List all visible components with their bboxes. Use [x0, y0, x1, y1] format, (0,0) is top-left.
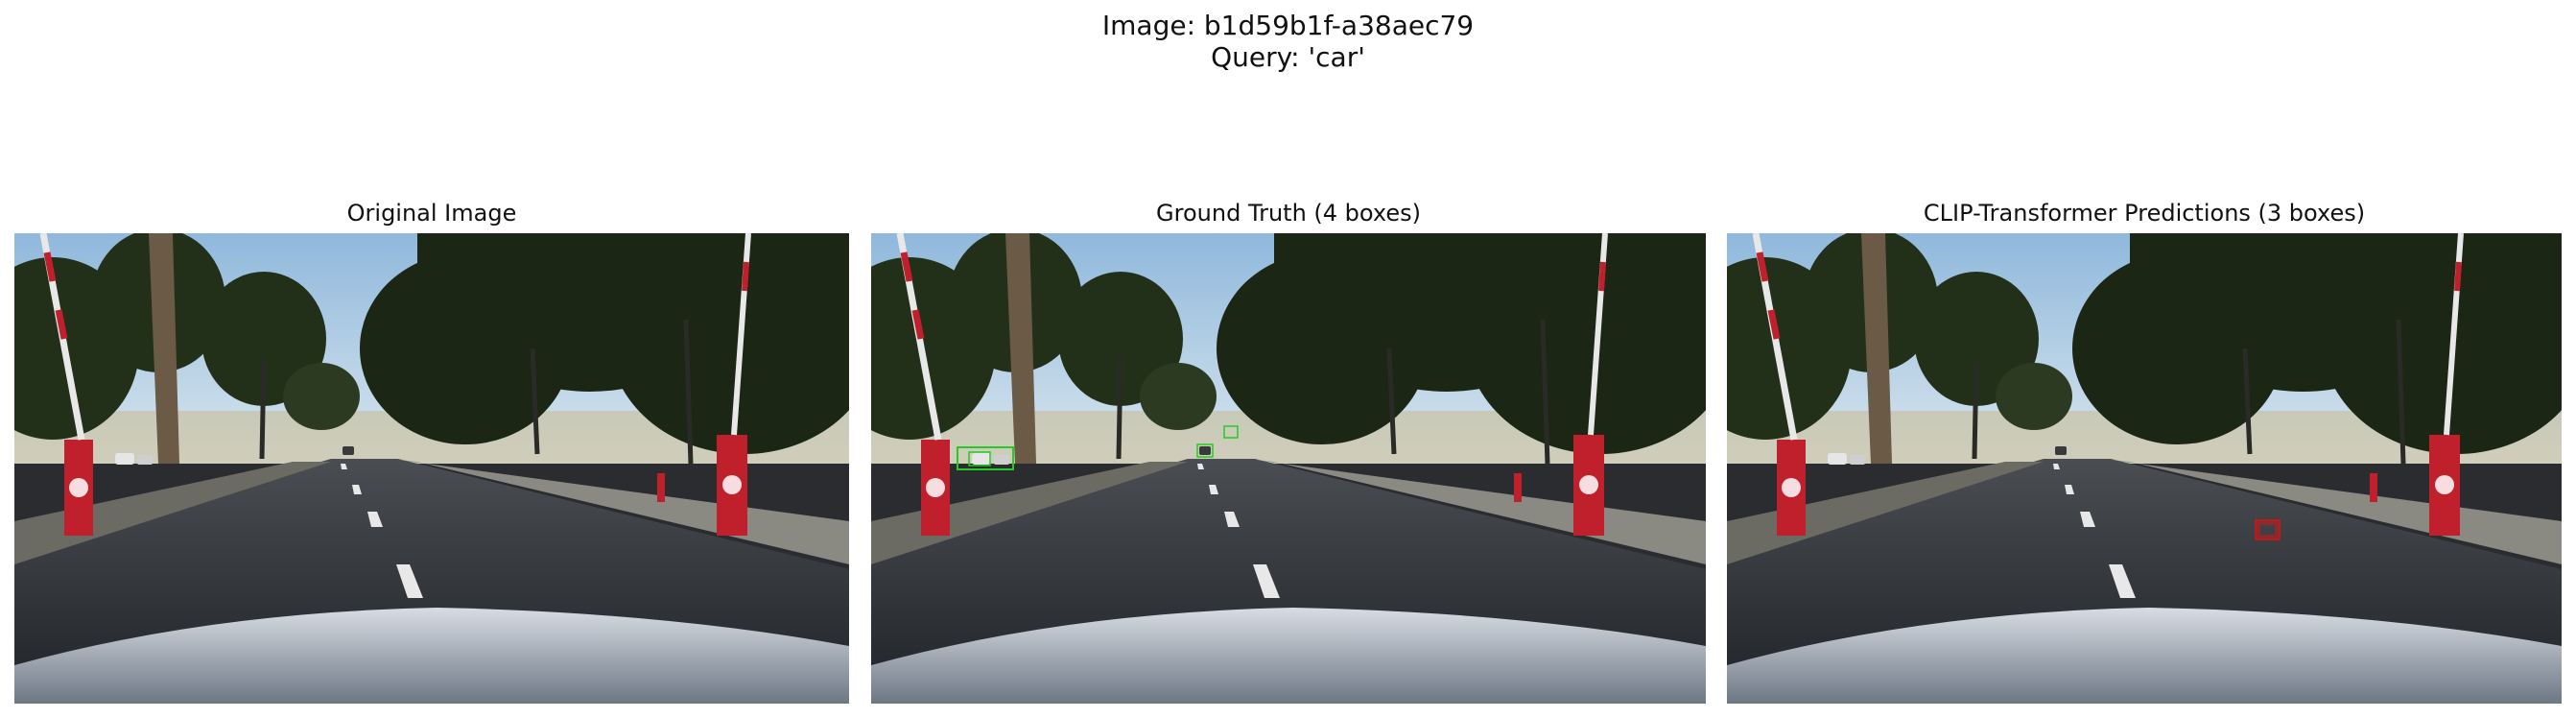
- query-title: Query: 'car': [1211, 41, 1365, 73]
- panel-title-predictions: CLIP-Transformer Predictions (3 boxes): [1923, 200, 2366, 227]
- dashcam-photo-original: [14, 233, 849, 704]
- image-id-title: Image: b1d59b1f-a38aec79: [1101, 10, 1475, 41]
- figure-title: Image: b1d59b1f-a38aec79 Query: 'car': [0, 10, 2576, 73]
- original-image-panel: [14, 233, 849, 704]
- predictions-panel: [1727, 233, 2562, 704]
- bollard: [1514, 473, 1522, 502]
- panel-title-original: Original Image: [346, 200, 517, 227]
- bollard: [2370, 473, 2377, 502]
- dashcam-photo-predictions: [1727, 233, 2562, 704]
- bollard: [657, 473, 665, 502]
- panel-title-ground-truth: Ground Truth (4 boxes): [1156, 200, 1421, 227]
- ground-truth-panel: [871, 233, 1706, 704]
- dashcam-photo-ground-truth: [871, 233, 1706, 704]
